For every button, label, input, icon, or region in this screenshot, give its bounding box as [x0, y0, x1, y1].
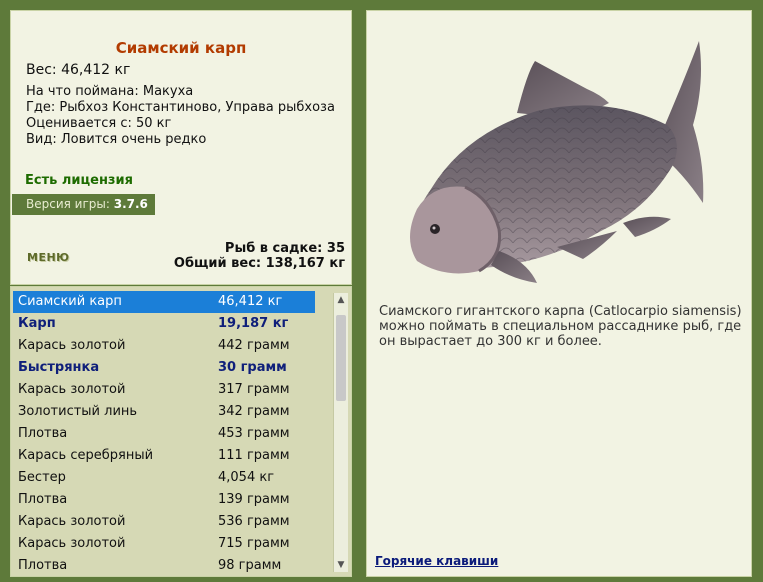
fish-list-row[interactable]: Карп 19,187 кг — [13, 313, 315, 335]
total-weight: Общий вес: 138,167 кг — [173, 256, 345, 271]
chevron-down-icon[interactable]: ▼ — [334, 558, 348, 572]
fish-list-row[interactable]: Быстрянка 30 грамм — [13, 357, 315, 379]
bait-info: На что поймана: Макуха — [26, 84, 194, 99]
catch-info-panel: Сиамский карп Вес: 46,412 кг На что пойм… — [10, 10, 352, 285]
estimate-info: Оценивается с: 50 кг — [26, 116, 172, 131]
row-weight: 139 грамм — [218, 492, 290, 507]
fish-image — [410, 41, 704, 283]
list-scrollbar[interactable]: ▲ ▼ — [333, 293, 348, 572]
row-name: Карась золотой — [18, 536, 126, 551]
row-name: Карась золотой — [18, 382, 126, 397]
license-status: Есть лицензия — [25, 173, 133, 188]
row-weight: 46,412 кг — [218, 294, 283, 309]
fish-list-row[interactable]: Бестер 4,054 кг — [13, 467, 315, 489]
rarity-info: Вид: Ловится очень редко — [26, 132, 207, 147]
row-name: Плотва — [18, 426, 68, 441]
row-weight: 442 грамм — [218, 338, 290, 353]
fish-weight: Вес: 46,412 кг — [26, 62, 131, 78]
fish-list-row[interactable]: Карась золотой 442 грамм — [13, 335, 315, 357]
fish-description: Сиамского гигантского карпа (Catlocarpio… — [379, 304, 742, 349]
row-weight: 4,054 кг — [218, 470, 275, 485]
fish-detail-panel: Сиамского гигантского карпа (Catlocarpio… — [366, 10, 752, 577]
row-weight: 98 грамм — [218, 558, 282, 573]
row-name: Золотистый линь — [18, 404, 138, 419]
fish-count: Рыб в садке: 35 — [224, 241, 345, 256]
row-weight: 536 грамм — [218, 514, 290, 529]
row-weight: 19,187 кг — [218, 316, 289, 331]
row-name: Бестер — [18, 470, 66, 485]
hotkeys-link[interactable]: Горячие клавиши — [375, 554, 498, 568]
fish-list-row[interactable]: Карась серебряный 111 грамм — [13, 445, 315, 467]
row-name: Карась золотой — [18, 338, 126, 353]
fish-list-row[interactable]: Карась золотой 317 грамм — [13, 379, 315, 401]
fish-list-row[interactable]: Сиамский карп 46,412 кг — [13, 291, 315, 313]
menu-button[interactable]: МЕНЮ — [27, 251, 70, 264]
fish-list-row[interactable]: Плотва 139 грамм — [13, 489, 315, 511]
row-weight: 30 грамм — [218, 360, 287, 375]
fish-list: Сиамский карп 46,412 кг Карп 19,187 кг Кар… — [13, 291, 315, 577]
fish-list-row[interactable]: Карась золотой 715 грамм — [13, 533, 315, 555]
version-value: 3.7.6 — [113, 197, 148, 211]
row-name: Карп — [18, 316, 56, 331]
location-info: Где: Рыбхоз Константиново, Управа рыбхоз… — [26, 100, 335, 115]
row-name: Карась золотой — [18, 514, 126, 529]
fish-list-panel: Сиамский карп 46,412 кг Карп 19,187 кг Кар… — [10, 286, 352, 577]
row-weight: 715 грамм — [218, 536, 290, 551]
row-weight: 453 грамм — [218, 426, 290, 441]
fish-list-row[interactable]: Карась золотой 536 грамм — [13, 511, 315, 533]
fish-name-title: Сиамский карп — [115, 39, 247, 57]
row-name: Сиамский карп — [18, 294, 122, 309]
cage-stats: Рыб в садке: 35 Общий вес: 138,167 кг — [174, 241, 345, 271]
row-name: Плотва — [18, 492, 68, 507]
row-weight: 317 грамм — [218, 382, 290, 397]
row-name: Плотва — [18, 558, 68, 573]
version-badge: Версия игры: 3.7.6 — [12, 194, 155, 215]
fish-list-row[interactable]: Плотва 98 грамм — [13, 555, 315, 577]
scrollbar-thumb[interactable] — [336, 315, 346, 401]
chevron-up-icon[interactable]: ▲ — [334, 293, 348, 307]
row-name: Карась серебряный — [18, 448, 154, 463]
row-name: Быстрянка — [18, 360, 100, 375]
fish-list-row[interactable]: Золотистый линь 342 грамм — [13, 401, 315, 423]
row-weight: 111 грамм — [218, 448, 290, 463]
fish-list-row[interactable]: Плотва 453 грамм — [13, 423, 315, 445]
version-label: Версия игры: — [26, 197, 110, 211]
row-weight: 342 грамм — [218, 404, 290, 419]
